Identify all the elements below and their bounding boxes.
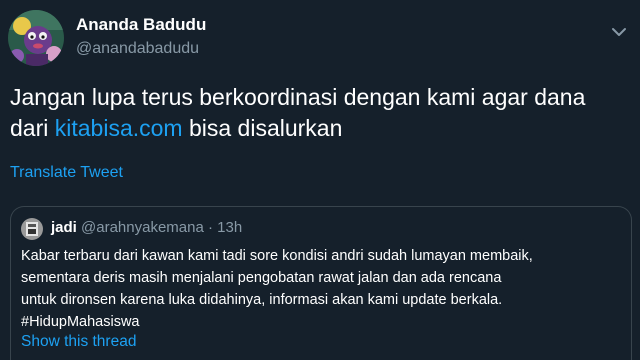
kitabisa-link[interactable]: kitabisa.com — [55, 115, 183, 141]
tweet-text-line: Jangan lupa terus berkoordinasi dengan k… — [10, 84, 586, 110]
quoted-avatar-image-icon — [21, 218, 43, 240]
quoted-tweet[interactable]: jadi @arahnyakemana · 13h Kabar terbaru … — [10, 206, 632, 360]
profile-avatar[interactable] — [8, 10, 64, 66]
quoted-author-avatar — [21, 218, 43, 240]
quoted-text-line: Kabar terbaru dari kawan kami tadi sore … — [21, 248, 533, 264]
quoted-text-line: sementara deris masih menjalani pengobat… — [21, 270, 502, 286]
show-this-thread-link[interactable]: Show this thread — [21, 333, 136, 351]
tweet-text-line: dari kitabisa.com bisa disalurkan — [10, 113, 630, 144]
author-handle[interactable]: @anandabadudu — [76, 40, 199, 58]
avatar-image-icon — [8, 10, 64, 66]
quoted-display-name: jadi — [51, 219, 77, 236]
quoted-separator: · — [208, 219, 213, 236]
translate-tweet-link[interactable]: Translate Tweet — [10, 164, 123, 182]
quoted-timestamp: 13h — [217, 219, 243, 236]
tweet-card: Ananda Badudu @anandabadudu Jangan lupa … — [0, 0, 640, 360]
hashtag: #HidupMahasiswa — [21, 314, 140, 330]
tweet-text-segment: bisa disalurkan — [182, 115, 343, 141]
quoted-text-line: untuk dironsen karena luka didahinya, in… — [21, 292, 503, 308]
more-options-chevron-icon[interactable] — [604, 20, 634, 44]
author-display-name[interactable]: Ananda Badudu — [76, 15, 206, 35]
tweet-text-segment: dari — [10, 115, 55, 141]
quoted-tweet-text: Kabar terbaru dari kawan kami tadi sore … — [21, 245, 621, 333]
quoted-header: jadi @arahnyakemana · 13h — [51, 219, 242, 236]
quoted-handle: @arahnyakemana — [81, 219, 204, 236]
tweet-text: Jangan lupa terus berkoordinasi dengan k… — [10, 82, 630, 144]
